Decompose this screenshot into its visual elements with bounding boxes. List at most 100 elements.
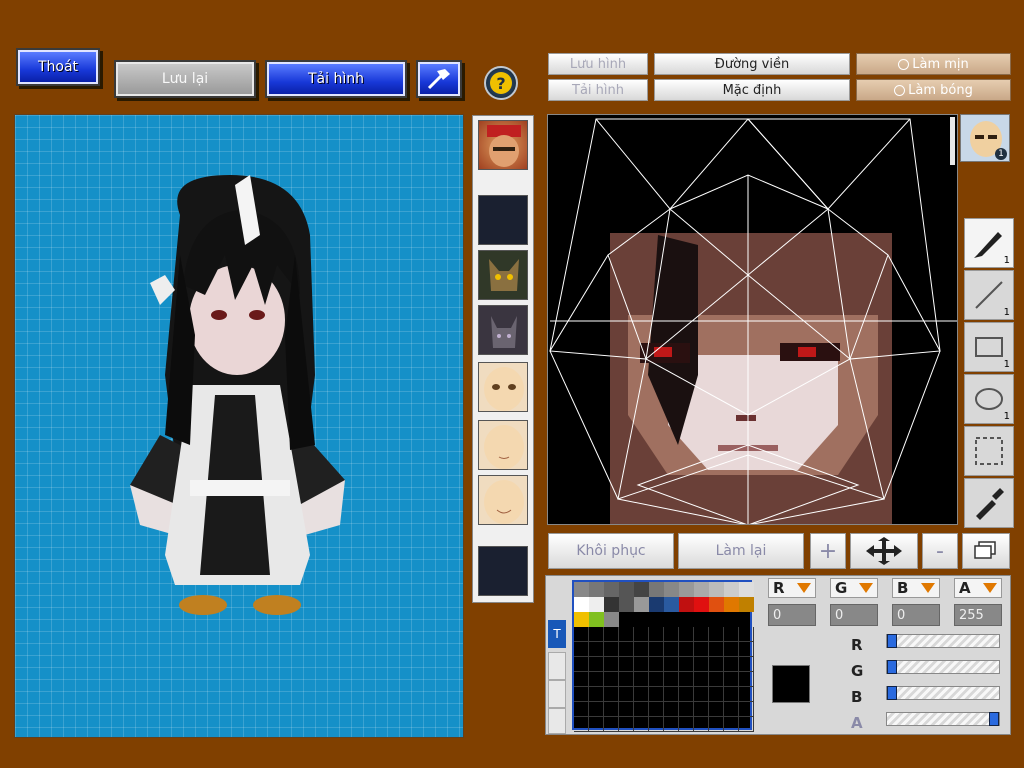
palette-empty-cell[interactable] [604, 642, 619, 657]
palette-empty-cell[interactable] [664, 672, 679, 687]
palette-empty-cell[interactable] [664, 687, 679, 702]
palette-swatch[interactable] [574, 597, 589, 612]
palette-swatch[interactable] [679, 597, 694, 612]
palette-swatch[interactable] [604, 612, 619, 627]
palette-empty-cell[interactable] [709, 627, 724, 642]
palette-empty-cell[interactable] [619, 702, 634, 717]
palette-empty-cell[interactable] [679, 717, 694, 732]
part-slot-face-plain[interactable] [478, 420, 528, 470]
alpha-value-field[interactable]: 255 [954, 604, 1002, 626]
palette-empty-cell[interactable] [739, 717, 754, 732]
palette-empty-cell[interactable] [679, 702, 694, 717]
palette-empty-cell[interactable] [664, 642, 679, 657]
palette-empty-cell[interactable] [724, 657, 739, 672]
palette-empty-cell[interactable] [694, 627, 709, 642]
red-slider[interactable] [886, 634, 1000, 648]
palette-swatch[interactable] [634, 597, 649, 612]
color-palette-grid[interactable] [572, 580, 754, 732]
part-slot-empty[interactable] [478, 546, 528, 596]
part-slot-monster[interactable] [478, 250, 528, 300]
palette-empty-cell[interactable] [649, 627, 664, 642]
red-value-field[interactable]: 0 [768, 604, 816, 626]
palette-swatch[interactable] [709, 582, 724, 597]
palette-empty-cell[interactable] [619, 627, 634, 642]
palette-empty-cell[interactable] [574, 672, 589, 687]
palette-empty-cell[interactable] [649, 642, 664, 657]
palette-tab-4[interactable] [548, 708, 566, 734]
palette-swatch[interactable] [739, 582, 754, 597]
palette-empty-cell[interactable] [604, 702, 619, 717]
palette-swatch[interactable] [589, 582, 604, 597]
load-image-button[interactable]: Tải hình [267, 62, 405, 96]
palette-empty-cell[interactable] [679, 642, 694, 657]
red-slider-handle[interactable] [887, 634, 897, 648]
palette-empty-cell[interactable] [589, 672, 604, 687]
save-button[interactable]: Lưu lại [116, 62, 254, 96]
move-button[interactable] [850, 533, 918, 569]
outline-button[interactable]: Đường viền [654, 53, 850, 75]
palette-empty-cell[interactable] [574, 687, 589, 702]
palette-empty-cell[interactable] [664, 717, 679, 732]
palette-swatch[interactable] [649, 582, 664, 597]
part-slot-face-eyes[interactable] [478, 362, 528, 412]
palette-empty-cell[interactable] [634, 672, 649, 687]
palette-empty-cell[interactable] [724, 687, 739, 702]
blue-slider[interactable] [886, 686, 1000, 700]
palette-swatch[interactable] [664, 597, 679, 612]
line-tool[interactable]: 1 [964, 270, 1014, 320]
blue-value-field[interactable]: 0 [892, 604, 940, 626]
palette-empty-cell[interactable] [619, 657, 634, 672]
palette-swatch[interactable] [604, 597, 619, 612]
palette-empty-cell[interactable] [574, 627, 589, 642]
palette-swatch[interactable] [589, 612, 604, 627]
palette-empty-cell[interactable] [619, 672, 634, 687]
palette-swatch[interactable] [574, 582, 589, 597]
palette-empty-cell[interactable] [739, 702, 754, 717]
palette-empty-cell[interactable] [589, 702, 604, 717]
palette-empty-cell[interactable] [634, 627, 649, 642]
part-slot-creature[interactable] [478, 305, 528, 355]
palette-empty-cell[interactable] [679, 627, 694, 642]
zoom-in-button[interactable]: + [810, 533, 846, 569]
help-button[interactable]: ? [484, 66, 518, 100]
palette-tab-2[interactable] [548, 652, 566, 680]
palette-empty-cell[interactable] [589, 642, 604, 657]
palette-empty-cell[interactable] [604, 672, 619, 687]
palette-swatch[interactable] [604, 582, 619, 597]
face-editor-canvas[interactable] [547, 114, 958, 525]
palette-empty-cell[interactable] [664, 702, 679, 717]
palette-empty-cell[interactable] [679, 672, 694, 687]
blue-channel-dropdown[interactable]: B [892, 578, 940, 598]
green-slider[interactable] [886, 660, 1000, 674]
part-slot-helmet[interactable] [478, 120, 528, 170]
palette-empty-cell[interactable] [604, 687, 619, 702]
shade-radio[interactable]: Làm bóng [856, 79, 1011, 101]
palette-swatch[interactable] [634, 582, 649, 597]
palette-empty-cell[interactable] [634, 657, 649, 672]
palette-swatch[interactable] [739, 597, 754, 612]
palette-empty-cell[interactable] [604, 627, 619, 642]
eyedropper-tool[interactable] [964, 478, 1014, 528]
green-channel-dropdown[interactable]: G [830, 578, 878, 598]
palette-empty-cell[interactable] [634, 642, 649, 657]
palette-empty-cell[interactable] [589, 657, 604, 672]
palette-empty-cell[interactable] [709, 687, 724, 702]
restore-button[interactable]: Khôi phục [548, 533, 674, 569]
palette-empty-cell[interactable] [694, 717, 709, 732]
palette-empty-cell[interactable] [634, 717, 649, 732]
palette-empty-cell[interactable] [619, 687, 634, 702]
alpha-slider[interactable] [886, 712, 1000, 726]
palette-empty-cell[interactable] [664, 657, 679, 672]
palette-empty-cell[interactable] [649, 717, 664, 732]
palette-empty-cell[interactable] [709, 642, 724, 657]
palette-empty-cell[interactable] [709, 657, 724, 672]
palette-empty-cell[interactable] [694, 672, 709, 687]
palette-empty-cell[interactable] [694, 702, 709, 717]
palette-swatch[interactable] [724, 597, 739, 612]
palette-swatch[interactable] [649, 597, 664, 612]
palette-empty-cell[interactable] [724, 702, 739, 717]
palette-swatch[interactable] [679, 582, 694, 597]
palette-empty-cell[interactable] [604, 657, 619, 672]
palette-empty-cell[interactable] [679, 687, 694, 702]
palette-empty-cell[interactable] [739, 687, 754, 702]
